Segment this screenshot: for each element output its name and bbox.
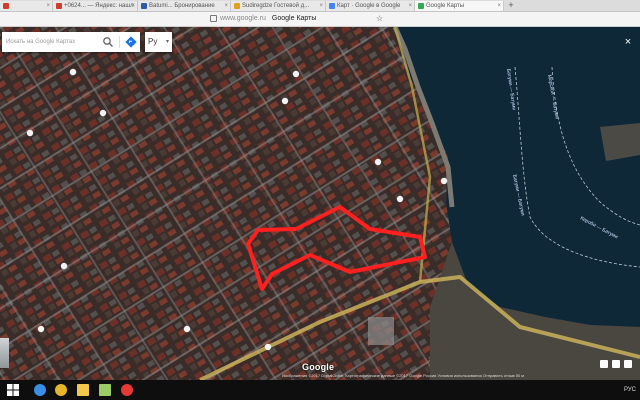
windows-start-icon[interactable] xyxy=(7,384,19,396)
map-attribution: Изображения ©2017 DigitalGlobe, Картогра… xyxy=(282,373,525,378)
explorer-icon[interactable] xyxy=(77,384,89,396)
browser-tab[interactable]: +0624... — Яндекс: нашл × xyxy=(53,1,138,11)
bookmark-star-icon[interactable]: ☆ xyxy=(376,15,383,23)
tab-label: Batumi... Бронирование xyxy=(149,3,215,9)
poi-marker-icon[interactable] xyxy=(396,195,404,203)
tab-label: Google Карты xyxy=(426,3,465,9)
close-tab-icon[interactable]: × xyxy=(319,1,323,11)
poi-marker-icon[interactable] xyxy=(183,325,191,333)
tab-favicon-icon xyxy=(418,3,424,9)
browser-tab[interactable]: × xyxy=(0,1,53,11)
tab-favicon-icon xyxy=(234,3,240,9)
address-bar[interactable]: www.google.ru Google Карты ☆ xyxy=(0,12,640,27)
zoom-out-icon[interactable] xyxy=(600,360,608,368)
tab-favicon-icon xyxy=(3,3,9,9)
tab-strip: × +0624... — Яндекс: нашл × Batumi... Бро… xyxy=(0,0,640,12)
close-icon[interactable]: × xyxy=(622,36,634,48)
page-title: Google Карты xyxy=(271,15,317,22)
browser-tab[interactable]: Batumi... Бронирование × xyxy=(138,1,231,11)
poi-marker-icon[interactable] xyxy=(264,343,272,351)
map-canvas[interactable]: Батуми — Батуми Морской — Батуми Батуми … xyxy=(0,27,640,380)
street-view-thumbnail[interactable] xyxy=(0,338,9,368)
search-input[interactable]: Искать на Google Картах xyxy=(6,32,75,52)
satellite-map[interactable]: Батуми — Батуми Морской — Батуми Батуми … xyxy=(0,27,640,380)
divider xyxy=(119,36,120,48)
pier xyxy=(600,123,640,161)
search-icon[interactable] xyxy=(102,36,114,48)
close-tab-icon[interactable]: × xyxy=(408,1,412,11)
poi-marker-icon[interactable] xyxy=(37,325,45,333)
close-tab-icon[interactable]: × xyxy=(131,1,135,11)
layer-button-label: Ру xyxy=(148,37,158,46)
chrome-icon[interactable] xyxy=(55,384,67,396)
map-search-box[interactable]: Искать на Google Картах xyxy=(2,32,140,52)
url-field[interactable]: www.google.ru Google Карты xyxy=(210,14,430,24)
map-layer-button[interactable]: Ру ▾ xyxy=(145,32,172,52)
poi-marker-icon[interactable] xyxy=(374,158,382,166)
tab-favicon-icon xyxy=(329,3,335,9)
close-tab-icon[interactable]: × xyxy=(224,1,228,11)
file-icon[interactable] xyxy=(99,384,111,396)
my-location-icon[interactable] xyxy=(624,360,632,368)
tab-favicon-icon xyxy=(141,3,147,9)
browser-tab[interactable]: Карт · Google в Google × xyxy=(326,1,415,11)
poi-marker-icon[interactable] xyxy=(69,68,77,76)
chevron-down-icon: ▾ xyxy=(165,39,169,45)
tab-label: Sudiregdze Гостевой д... xyxy=(242,3,310,9)
directions-icon[interactable] xyxy=(125,36,137,48)
tab-label: +0624... — Яндекс: нашл xyxy=(64,3,134,9)
tab-favicon-icon xyxy=(56,3,62,9)
yandex-icon[interactable] xyxy=(121,384,133,396)
browser-tab-active[interactable]: Google Карты × xyxy=(415,1,504,11)
windows-taskbar: РУС xyxy=(0,380,640,400)
url-host: www.google.ru xyxy=(220,15,266,22)
zoom-in-icon[interactable] xyxy=(612,360,620,368)
close-tab-icon[interactable]: × xyxy=(46,1,50,11)
poi-marker-icon[interactable] xyxy=(292,70,300,78)
new-tab-button[interactable]: + xyxy=(506,0,516,11)
map-controls xyxy=(598,360,638,370)
poi-marker-icon[interactable] xyxy=(99,109,107,117)
poi-marker-icon[interactable] xyxy=(440,177,448,185)
poi-marker-icon[interactable] xyxy=(60,262,68,270)
building xyxy=(368,317,394,345)
poi-marker-icon[interactable] xyxy=(26,129,34,137)
poi-marker-icon[interactable] xyxy=(281,97,289,105)
system-tray[interactable]: РУС xyxy=(624,380,636,400)
browser-tab[interactable]: Sudiregdze Гостевой д... × xyxy=(231,1,326,11)
lock-icon xyxy=(210,14,217,22)
close-tab-icon[interactable]: × xyxy=(497,1,501,11)
edge-icon[interactable] xyxy=(34,384,46,396)
tab-label: Карт · Google в Google xyxy=(337,3,401,9)
